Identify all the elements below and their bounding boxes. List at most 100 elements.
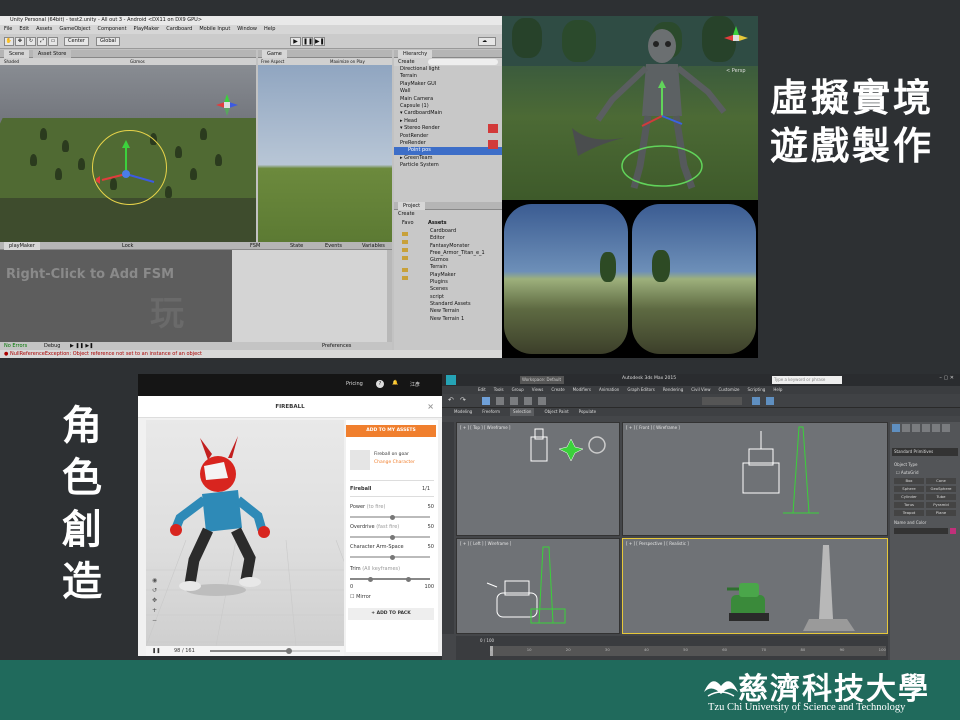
viewport-label[interactable]: [ + ] [ Top ] [ Wireframe ] [460,425,511,430]
slider-knob[interactable] [390,554,395,560]
reset-view-icon[interactable]: ↺ [152,586,157,596]
rotate-icon[interactable] [524,397,532,405]
project-create-button[interactable]: Create [398,211,415,217]
menu-item[interactable]: GameObject [59,25,90,34]
menu-item[interactable]: Rendering [663,386,683,394]
max-search-input[interactable]: Type a keyword or phrase [772,376,842,384]
timeline-scrubber[interactable] [210,648,340,654]
asset-folder[interactable]: Editor [430,235,500,242]
menu-item[interactable]: Tools [494,386,504,394]
asset-folder[interactable]: Free_Armor_Titan_e_1 [430,250,500,257]
select-region-icon[interactable] [496,397,504,405]
redo-icon[interactable]: ↷ [460,396,466,404]
menu-item[interactable]: Customize [719,386,740,394]
viewport-left[interactable]: [ + ] [ Left ] [ Wireframe ] [456,538,620,634]
move-gizmo-icon[interactable] [96,134,166,204]
menu-item[interactable]: Group [512,386,524,394]
change-character-link[interactable]: Change Character [374,460,415,465]
hierarchy-item[interactable]: Wall [400,88,502,95]
help-icon[interactable]: ? [376,380,384,388]
display-tab-icon[interactable] [932,424,940,432]
viewport-top[interactable]: [ + ] [ Top ] [ Wireframe ] [456,422,620,536]
mirror-checkbox[interactable]: ☐ Mirror [350,594,371,600]
hierarchy-item[interactable]: Particle System [400,162,502,169]
timeline-track[interactable]: 0 10 20 30 40 50 60 70 80 90 100 [490,646,886,656]
menu-item[interactable]: Civil View [691,386,710,394]
primitive-button[interactable]: Box [894,478,924,484]
pivot-center-button[interactable]: Center [64,37,89,46]
fsm-column-header[interactable]: State [290,242,303,250]
slider-knob[interactable] [390,534,395,540]
name-color-section[interactable]: Name and Color [894,520,926,525]
asset-folder[interactable]: script [430,294,500,301]
step-button[interactable]: ▶❚ [314,37,325,46]
character-viewport[interactable]: ◉ ↺ ✥ + − [145,420,377,647]
fsm-play-icon[interactable]: ▶ ❚❚ ▶❚ [70,342,93,350]
hierarchy-item[interactable]: Main Camera [400,96,502,103]
menu-item[interactable]: File [4,25,12,34]
primitive-button[interactable]: Teapot [894,510,924,516]
ribbon-tab-active[interactable]: Selection [510,408,535,416]
user-menu[interactable]: 江彥 [410,381,420,388]
asset-folder[interactable]: Standard Assets [430,301,500,308]
persp-label[interactable]: < Persp [726,68,746,74]
hand-tool-icon[interactable]: ✋ [4,37,14,46]
menu-item[interactable]: Animation [599,386,619,394]
favorites-folder[interactable]: Favo [402,220,414,226]
trim-slider[interactable] [350,576,430,582]
create-tab-icon[interactable] [892,424,900,432]
fsm-scrollbar[interactable] [387,250,392,342]
primitive-button[interactable]: Cylinder [894,494,924,500]
primitive-button[interactable]: Sphere [894,486,924,492]
pivot-global-button[interactable]: Global [96,37,120,46]
playmaker-badge-icon[interactable] [488,140,498,149]
menu-item[interactable]: Help [773,386,782,394]
close-icon[interactable]: × [427,396,434,418]
console-status-bar[interactable]: ● NullReferenceException: Object referen… [0,350,502,358]
select-icon[interactable] [482,397,490,405]
menu-item[interactable]: Component [98,25,127,34]
pause-icon[interactable]: ❚❚ [152,648,160,654]
hierarchy-item[interactable]: Terrain [400,73,502,80]
pan-icon[interactable]: ✥ [152,596,157,606]
menu-item[interactable]: Help [264,25,275,34]
menu-item[interactable]: Edit [19,25,29,34]
selection-set-dropdown[interactable] [702,397,742,405]
pause-button[interactable]: ❚❚ [302,37,313,46]
object-color-swatch[interactable] [950,528,956,534]
primitive-button[interactable]: Tube [926,494,956,500]
asset-folder[interactable]: New Terrain [430,308,500,315]
render-icon[interactable] [766,397,774,405]
viewport-perspective[interactable]: [ + ] [ Perspective ] [ Realistic ] [622,538,888,634]
viewport-label[interactable]: [ + ] [ Left ] [ Wireframe ] [460,541,511,546]
hierarchy-item[interactable]: PlayMaker GUI [400,81,502,88]
move-icon[interactable] [510,397,518,405]
arm-space-slider[interactable] [350,554,430,560]
fsm-canvas[interactable]: Right-Click to Add FSM 玩 [0,250,232,342]
hierarchy-item[interactable]: ▾ CardboardMain [400,110,502,117]
primitive-button[interactable]: GeoSphere [926,486,956,492]
fsm-column-header[interactable]: FSM [250,242,260,250]
orientation-gizmo-icon[interactable] [214,92,240,118]
scene-view[interactable] [0,58,256,242]
menu-item[interactable]: Views [532,386,544,394]
asset-folder[interactable]: Scenes [430,286,500,293]
scale-tool-icon[interactable]: ⤢ [37,37,47,46]
fsm-column-header[interactable]: Variables [362,242,385,250]
menu-item[interactable]: Mobile Input [199,25,230,34]
frame-indicator[interactable]: 0 / 100 [480,638,494,643]
playmaker-badge-icon[interactable] [488,124,498,133]
viewport-front[interactable]: [ + ] [ Front ] [ Wireframe ] [622,422,888,536]
trim-start-knob[interactable] [368,576,373,582]
motion-tab-icon[interactable] [922,424,930,432]
add-to-pack-button[interactable]: + ADD TO PACK [348,608,434,620]
hierarchy-create-button[interactable]: Create [398,58,415,66]
ribbon-tab[interactable]: Freeform [482,408,500,416]
game-view[interactable] [258,58,392,242]
zoom-in-icon[interactable]: + [152,606,157,616]
hierarchy-item-selected[interactable]: Point pos [394,147,502,155]
autogrid-checkbox[interactable]: ☐ AutoGrid [896,470,919,475]
hierarchy-item[interactable]: PostRender [400,133,502,140]
viewport-label[interactable]: [ + ] [ Perspective ] [ Realistic ] [626,541,689,546]
power-slider[interactable] [350,514,430,520]
